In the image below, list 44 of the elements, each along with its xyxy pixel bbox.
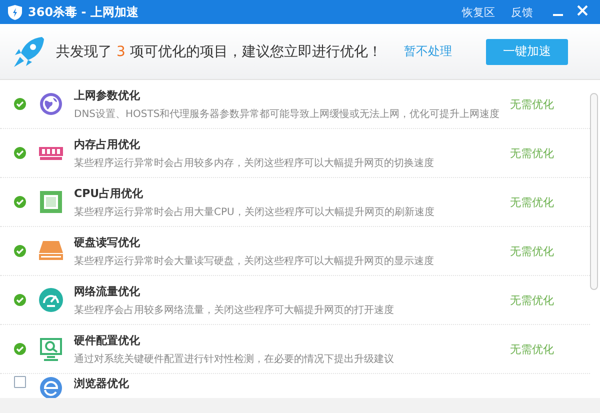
scrollbar[interactable] (590, 93, 598, 290)
checkbox[interactable] (14, 98, 26, 110)
item-status: 无需优化 (510, 146, 555, 160)
globe-icon (39, 92, 63, 116)
item-status: 无需优化 (510, 342, 555, 356)
item-description: 通过对系统关键硬件配置进行针对性检测，在必要的情况下提出升级建议 (74, 352, 395, 366)
minimize-icon[interactable] (553, 14, 563, 16)
checkbox[interactable] (14, 343, 26, 355)
shield-icon (8, 4, 22, 20)
checkbox[interactable] (14, 196, 26, 208)
item-status: 无需优化 (510, 194, 555, 210)
item-status: 无需优化 (510, 244, 555, 258)
item-description: DNS设置、HOSTS和代理服务器参数异常都可能导致上网缓慢或无法上网，优化可提升上网速度 (74, 108, 501, 120)
checkbox[interactable] (14, 147, 26, 159)
item-title: 上网参数优化 (74, 88, 141, 102)
checkbox[interactable] (14, 376, 26, 388)
item-description: 某些程序运行异常时会占用大量CPU，关闭这些程序可以大幅提升网页的刷新速度 (74, 206, 436, 218)
title-link[interactable]: 恢复区 (462, 4, 495, 20)
item-description: 某些程序运行异常时会占用较多内存，关闭这些程序可以大幅提升网页的切换速度 (74, 156, 435, 170)
hard-drive-icon (39, 240, 63, 262)
monitor-magnifier-icon (39, 337, 63, 361)
item-title: CPU占用优化 (74, 186, 144, 200)
item-title: 硬件配置优化 (74, 332, 141, 348)
item-title: 网络流量优化 (74, 284, 141, 298)
item-title: 内存占用优化 (74, 136, 141, 152)
speed-up-button[interactable]: 一键加速 (486, 38, 568, 64)
item-title: 硬盘读写优化 (74, 234, 141, 250)
summary-message: 共发现了 3 项可优化的项目，建议您立即进行优化！ (56, 42, 383, 60)
cpu-chip-icon (39, 190, 63, 214)
close-icon[interactable] (577, 4, 588, 16)
speed-gauge-icon (39, 288, 63, 312)
memory-chip-icon (39, 145, 63, 161)
skip-link[interactable]: 暂不处理 (404, 43, 452, 60)
window-title: 360杀毒 - 上网加速 (28, 4, 140, 20)
title-link[interactable]: 反馈 (511, 4, 533, 20)
checkbox[interactable] (14, 245, 26, 257)
item-description: 某些程序运行异常时会大量读写硬盘，关闭这些程序可以大幅提升网页的显示速度 (74, 254, 435, 268)
item-status: 无需优化 (510, 96, 555, 112)
item-title: 浏览器优化 (74, 376, 130, 391)
rocket-icon (12, 34, 46, 68)
browser-e-icon (39, 376, 63, 398)
item-status: 无需优化 (510, 292, 555, 308)
checkbox[interactable] (14, 294, 26, 306)
item-description: 某些程序会占用较多网络流量，关闭这些程序可大幅提升网页的打开速度 (74, 304, 395, 316)
